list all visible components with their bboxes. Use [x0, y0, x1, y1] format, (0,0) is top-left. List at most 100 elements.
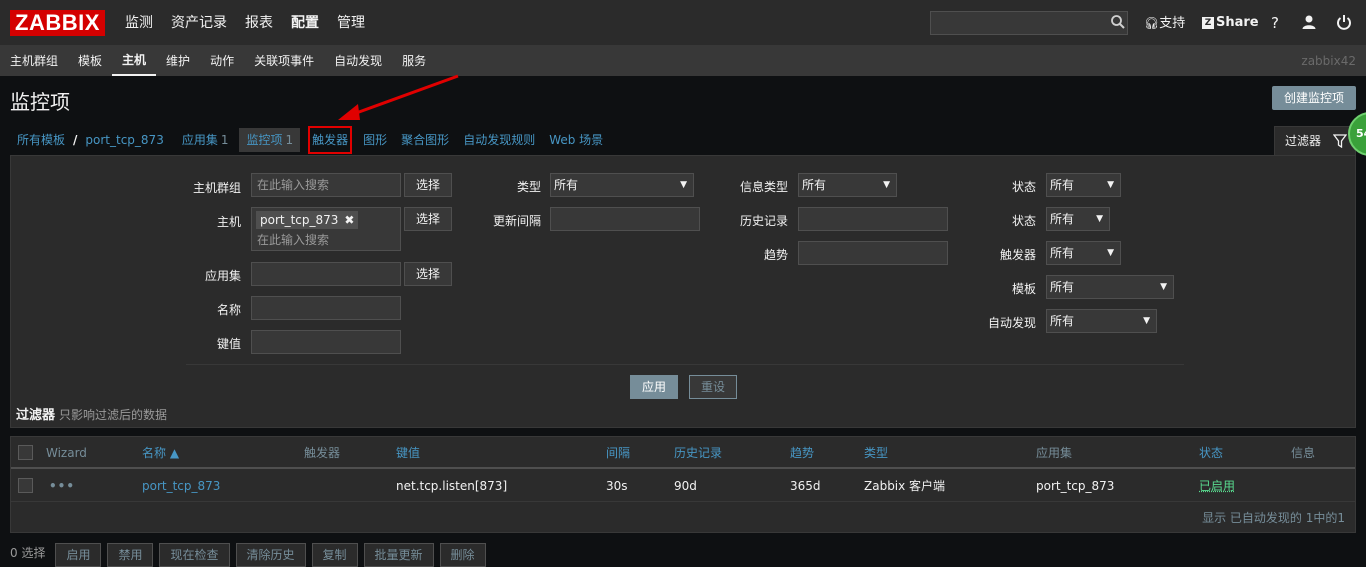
host-select-button[interactable]: 选择 [404, 207, 452, 231]
header-name-sort[interactable]: 名称 ▲ [142, 437, 179, 469]
application-select-button[interactable]: 选择 [404, 262, 452, 286]
submenu-actions[interactable]: 动作 [200, 46, 244, 76]
zabbix-logo[interactable]: ZABBIX [10, 10, 105, 36]
header-history-sort[interactable]: 历史记录 [674, 437, 722, 469]
submenu-templates[interactable]: 模板 [68, 46, 112, 76]
breadcrumb: 所有模板 / port_tcp_873 应用集 1 监控项 1 触发器 图形 聚合图… [10, 126, 610, 154]
help-icon[interactable]: ? [1271, 0, 1279, 46]
global-search-input[interactable] [930, 11, 1128, 35]
sub-navigation-bar: 主机群组 模板 主机 维护 动作 关联项事件 自动发现 服务 zabbix42 [0, 46, 1366, 76]
share-label: Share [1216, 15, 1259, 30]
update-interval-input[interactable] [550, 207, 700, 231]
type-select-value: 所有 [554, 178, 579, 192]
user-profile-icon[interactable] [1301, 14, 1317, 30]
template-select[interactable]: 所有 ▼ [1046, 275, 1174, 299]
trends-input[interactable] [798, 241, 948, 265]
template-select-value: 所有 [1050, 280, 1075, 294]
support-link[interactable]: 🎧︎支持 [1144, 0, 1185, 47]
host-groups-select-button[interactable]: 选择 [404, 173, 452, 197]
info-type-select[interactable]: 所有 ▼ [798, 173, 897, 197]
filter-note-text: 只影响过滤后的数据 [59, 408, 168, 422]
delete-button[interactable]: 删除 [439, 543, 486, 567]
key-input[interactable] [251, 330, 401, 354]
state-select[interactable]: 所有 ▼ [1046, 173, 1121, 197]
table-header: Wizard 名称 ▲ 触发器 键值 间隔 历史记录 趋势 类型 应用集 状态 … [11, 437, 1355, 469]
enable-button[interactable]: 启用 [55, 543, 102, 567]
menu-reports[interactable]: 报表 [236, 0, 282, 46]
tab-discovery-rules[interactable]: 自动发现规则 [456, 128, 542, 152]
status-select[interactable]: 所有 ▼ [1046, 207, 1110, 231]
wizard-menu-icon[interactable]: ••• [49, 471, 75, 502]
search-icon[interactable] [1110, 14, 1126, 30]
tab-web-scenarios[interactable]: Web 场景 [542, 128, 610, 152]
item-applications: port_tcp_873 [1036, 479, 1115, 493]
tab-screens[interactable]: 聚合图形 [394, 128, 456, 152]
submenu-maintenance[interactable]: 维护 [156, 46, 200, 76]
submenu-host-groups[interactable]: 主机群组 [0, 46, 68, 76]
clear-history-button[interactable]: 清除历史 [235, 543, 306, 567]
filter-tab[interactable]: 过滤器 [1274, 126, 1356, 156]
select-all-checkbox[interactable] [18, 445, 33, 460]
remove-tag-icon[interactable]: ✖ [344, 213, 354, 227]
tab-triggers[interactable]: 触发器 [308, 126, 353, 154]
selected-count: 0 选择 [10, 546, 46, 560]
dropdown-arrow-icon: ▼ [1096, 214, 1103, 224]
share-link[interactable]: Z Share [1202, 0, 1259, 46]
menu-administration[interactable]: 管理 [328, 0, 374, 46]
type-select[interactable]: 所有 ▼ [550, 173, 694, 197]
mass-update-button[interactable]: 批量更新 [363, 543, 434, 567]
submenu-event-correlation[interactable]: 关联项事件 [244, 46, 324, 76]
info-type-label: 信息类型 [739, 180, 788, 194]
submenu-services[interactable]: 服务 [392, 46, 436, 76]
page-title: 监控项 [10, 90, 70, 114]
breadcrumb-all-templates[interactable]: 所有模板 [10, 128, 72, 152]
triggers-select[interactable]: 所有 ▼ [1046, 241, 1121, 265]
copy-button[interactable]: 复制 [311, 543, 358, 567]
item-name-link[interactable]: port_tcp_873 [142, 471, 220, 502]
dropdown-arrow-icon: ▼ [1107, 180, 1114, 190]
application-input[interactable] [251, 262, 401, 286]
support-label: 支持 [1159, 16, 1186, 31]
top-navigation-bar: ZABBIX 监测 资产记录 报表 配置 管理 🎧︎支持 Z Share ? [0, 0, 1366, 46]
status-select-value: 所有 [1050, 212, 1075, 226]
header-type-sort[interactable]: 类型 [864, 437, 888, 469]
menu-monitoring[interactable]: 监测 [116, 0, 162, 46]
header-trends-sort[interactable]: 趋势 [790, 437, 814, 469]
header-key-sort[interactable]: 键值 [396, 437, 420, 469]
submenu-hosts[interactable]: 主机 [112, 46, 157, 76]
header-status-sort[interactable]: 状态 [1199, 437, 1223, 469]
tab-items-count: 1 [285, 133, 294, 147]
filter-note-title: 过滤器 [16, 408, 56, 423]
apply-filter-button[interactable]: 应用 [630, 375, 678, 399]
tab-items[interactable]: 监控项 1 [239, 128, 301, 152]
discovered-select[interactable]: 所有 ▼ [1046, 309, 1157, 333]
menu-inventory[interactable]: 资产记录 [162, 0, 236, 46]
headset-icon: 🎧︎ [1144, 16, 1160, 30]
host-groups-input[interactable]: 在此输入搜索 [251, 173, 401, 197]
row-checkbox[interactable] [18, 478, 33, 493]
tab-applications[interactable]: 应用集 1 [175, 128, 236, 152]
item-status-toggle[interactable]: 已启用 [1199, 471, 1235, 502]
state-label: 状态 [1011, 180, 1036, 194]
host-tag: port_tcp_873 ✖ [256, 211, 359, 229]
host-multiselect[interactable]: port_tcp_873 ✖ 在此输入搜索 [251, 207, 401, 251]
triggers-label: 触发器 [999, 248, 1036, 262]
host-search-placeholder: 在此输入搜索 [257, 233, 330, 247]
update-interval-label: 更新间隔 [492, 214, 541, 228]
header-interval-sort[interactable]: 间隔 [606, 437, 630, 469]
item-key: net.tcp.listen[873] [396, 479, 508, 493]
dropdown-arrow-icon: ▼ [1160, 282, 1167, 292]
tab-graphs[interactable]: 图形 [356, 128, 394, 152]
disable-button[interactable]: 禁用 [107, 543, 154, 567]
breadcrumb-host[interactable]: port_tcp_873 [78, 128, 170, 152]
reset-filter-button[interactable]: 重设 [689, 375, 737, 399]
create-item-button[interactable]: 创建监控项 [1272, 86, 1356, 110]
sign-out-power-icon[interactable] [1336, 14, 1352, 30]
name-input[interactable] [251, 296, 401, 320]
check-now-button[interactable]: 现在检查 [159, 543, 230, 567]
history-input[interactable] [798, 207, 948, 231]
configuration-submenu: 主机群组 模板 主机 维护 动作 关联项事件 自动发现 服务 [0, 46, 436, 76]
menu-configuration[interactable]: 配置 [282, 0, 328, 46]
host-groups-label: 主机群组 [192, 181, 241, 195]
submenu-discovery[interactable]: 自动发现 [324, 46, 392, 76]
